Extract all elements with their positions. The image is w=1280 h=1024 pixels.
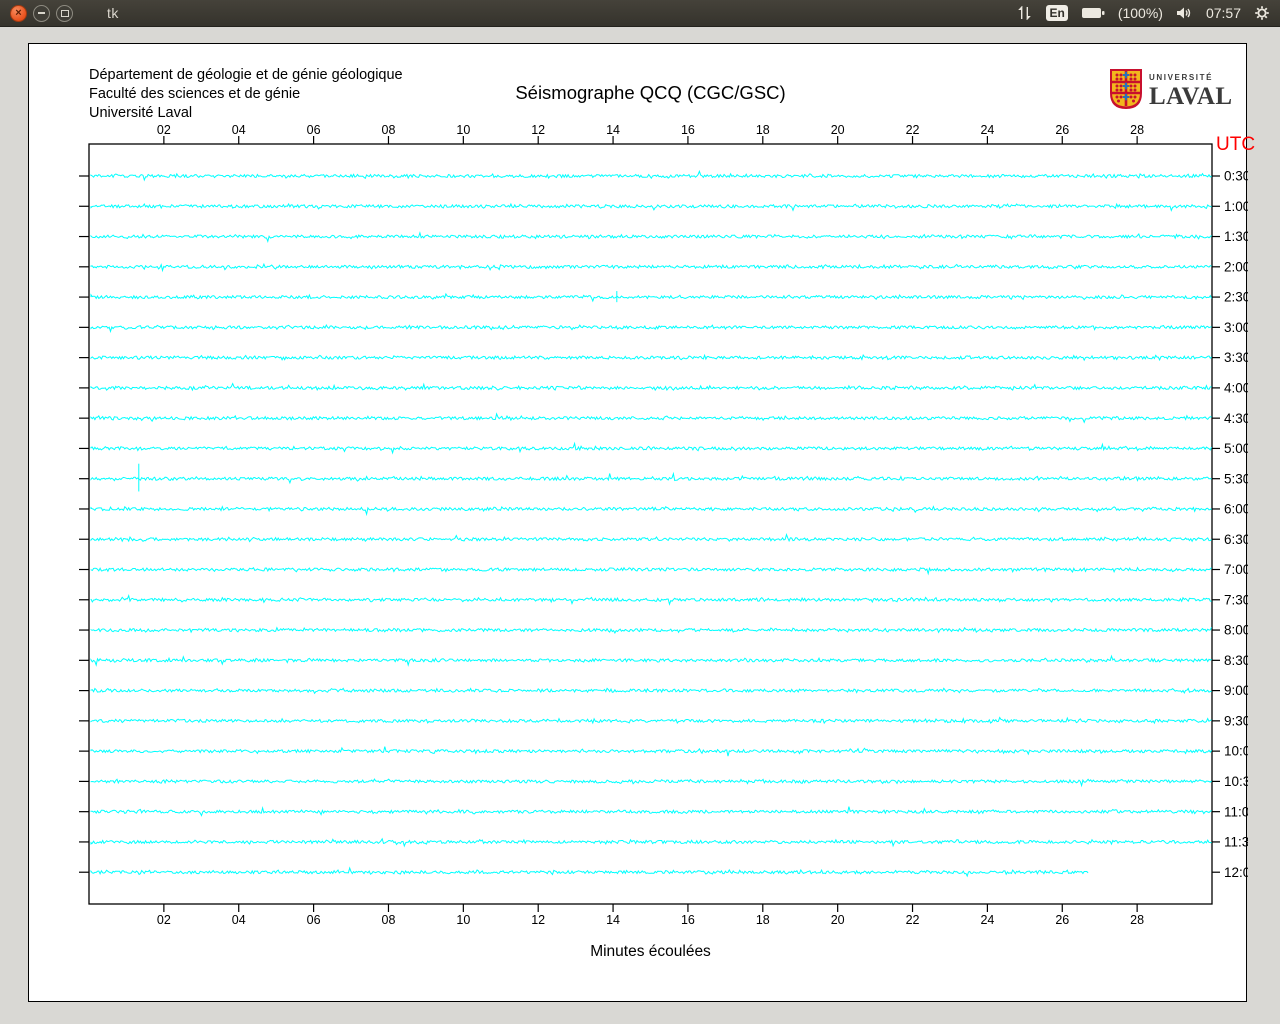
trace-events [138,291,618,492]
svg-text:18: 18 [756,123,770,137]
svg-text:10: 10 [456,913,470,927]
svg-text:7:00: 7:00 [1224,562,1248,577]
trace-ticks-right [1212,175,1220,873]
svg-text:04: 04 [232,123,246,137]
svg-text:12: 12 [531,913,545,927]
svg-text:06: 06 [307,913,321,927]
x-axis-title: Minutes écoulées [590,943,711,960]
svg-text:5:00: 5:00 [1224,441,1248,456]
trace-time-labels: 0:30 1:00 1:30 2:00 2:30 3:00 3:30 4:00 4:30 5:00… [1224,169,1248,880]
svg-text:14: 14 [606,913,620,927]
svg-text:16: 16 [681,123,695,137]
svg-text:8:30: 8:30 [1224,653,1248,668]
svg-text:12: 12 [531,123,545,137]
svg-text:24: 24 [980,123,994,137]
svg-text:11:00: 11:00 [1224,804,1248,819]
svg-text:6:00: 6:00 [1224,502,1248,517]
seismogram-traces [90,169,1213,878]
svg-text:18: 18 [756,913,770,927]
svg-text:9:30: 9:30 [1224,713,1248,728]
svg-text:28: 28 [1130,123,1144,137]
window-minimize-button[interactable] [33,4,50,22]
svg-text:24: 24 [980,913,994,927]
svg-text:08: 08 [382,123,396,137]
svg-text:16: 16 [681,913,695,927]
svg-text:4:00: 4:00 [1224,380,1248,395]
svg-text:3:00: 3:00 [1224,320,1248,335]
svg-text:12:00: 12:00 [1224,865,1248,880]
svg-text:02: 02 [157,123,171,137]
trace-ticks-left [79,175,89,873]
svg-text:08: 08 [382,913,396,927]
x-ticks-bottom: 02 04 06 08 10 12 14 16 18 20 22 24 26 28 [157,904,1144,927]
x-ticks-top: 02 04 06 08 10 12 14 16 18 20 22 24 26 28 [157,123,1144,144]
maximize-icon [60,9,69,17]
battery-icon[interactable] [1081,6,1105,20]
svg-text:8:00: 8:00 [1224,623,1248,638]
svg-text:10:30: 10:30 [1224,774,1248,789]
svg-text:5:30: 5:30 [1224,471,1248,486]
window-maximize-button[interactable] [56,4,73,22]
window-title: tk [107,5,119,21]
session-gear-icon[interactable] [1254,5,1270,21]
svg-text:0:30: 0:30 [1224,169,1248,184]
svg-text:26: 26 [1055,123,1069,137]
svg-text:7:30: 7:30 [1224,592,1248,607]
svg-text:6:30: 6:30 [1224,532,1248,547]
seismograph-window: Département de géologie et de génie géol… [28,43,1255,1002]
svg-text:22: 22 [906,123,920,137]
seismograph-plot: 02 04 06 08 10 12 14 16 18 20 22 24 26 28 02 04 06 08 10 12… [79,123,1248,927]
keyboard-layout-indicator[interactable]: En [1046,4,1068,22]
svg-text:14: 14 [606,123,620,137]
svg-text:2:30: 2:30 [1224,290,1248,305]
svg-text:1:00: 1:00 [1224,199,1248,214]
svg-text:20: 20 [831,123,845,137]
svg-text:22: 22 [906,913,920,927]
svg-text:02: 02 [157,913,171,927]
svg-text:04: 04 [232,913,246,927]
svg-text:9:00: 9:00 [1224,683,1248,698]
svg-text:1:30: 1:30 [1224,229,1248,244]
svg-text:20: 20 [831,913,845,927]
minimize-icon [38,12,45,14]
desktop-top-panel: × tk En (100%) 07:57 [0,0,1280,27]
svg-text:2:00: 2:00 [1224,259,1248,274]
network-updown-icon[interactable] [1017,5,1033,21]
volume-icon[interactable] [1176,6,1193,20]
clock[interactable]: 07:57 [1206,5,1241,21]
svg-text:26: 26 [1055,913,1069,927]
plot-border [88,143,1213,905]
svg-text:10: 10 [456,123,470,137]
svg-text:06: 06 [307,123,321,137]
battery-percent[interactable]: (100%) [1118,5,1163,21]
window-close-button[interactable]: × [10,4,27,22]
svg-text:3:30: 3:30 [1224,350,1248,365]
svg-text:4:30: 4:30 [1224,411,1248,426]
svg-text:11:30: 11:30 [1224,835,1248,850]
svg-text:28: 28 [1130,913,1144,927]
svg-text:10:00: 10:00 [1224,744,1248,759]
